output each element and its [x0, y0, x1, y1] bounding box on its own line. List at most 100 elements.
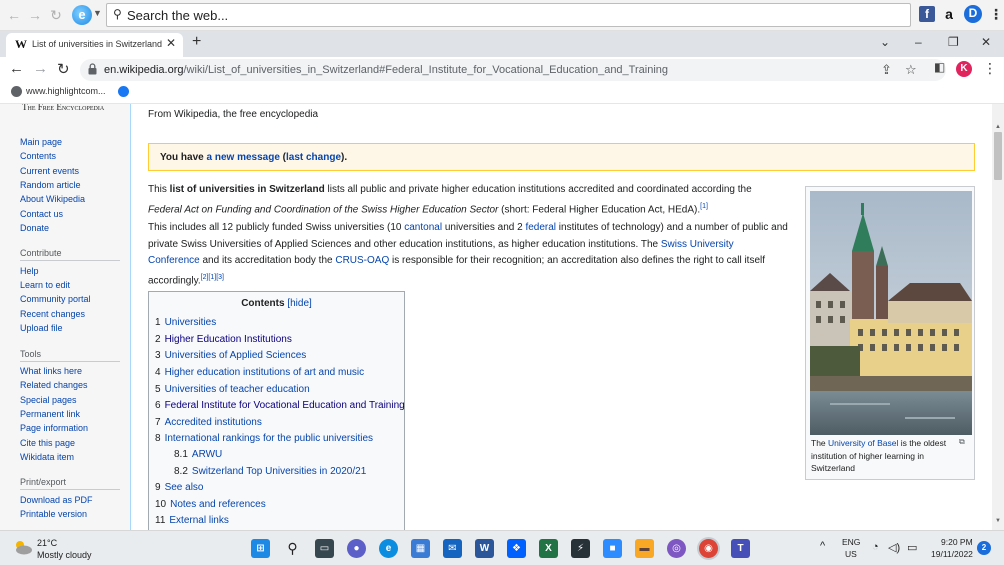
- toc-item[interactable]: 2 Higher Education Institutions: [155, 334, 292, 345]
- sidebar-link-related-changes[interactable]: Related changes: [20, 380, 88, 390]
- toc-item[interactable]: 8 International rankings for the public u…: [155, 433, 373, 444]
- sidebar-link-recent-changes[interactable]: Recent changes: [20, 309, 85, 319]
- weather-cloud-icon[interactable]: [13, 539, 33, 555]
- forward-arrow-icon[interactable]: →: [26, 6, 44, 24]
- sidebar-link-donate[interactable]: Donate: [20, 223, 49, 233]
- chevron-down-icon[interactable]: ▼: [93, 8, 102, 18]
- sidebar-link-special-pages[interactable]: Special pages: [20, 395, 77, 405]
- clock-date[interactable]: 19/11/2022: [931, 549, 973, 559]
- profile-avatar[interactable]: K: [956, 61, 972, 77]
- toc-item[interactable]: 4 Higher education institutions of art an…: [155, 367, 364, 378]
- toc-item[interactable]: 7 Accredited institutions: [155, 417, 262, 428]
- close-window-button[interactable]: ✕: [981, 35, 991, 49]
- zoom-icon[interactable]: ■: [603, 539, 622, 558]
- sidebar-link-learn-to-edit[interactable]: Learn to edit: [20, 280, 70, 290]
- citation-link[interactable]: [2][1][3]: [201, 274, 224, 281]
- toc-hide-link[interactable]: [hide]: [287, 298, 311, 309]
- dropbox-icon[interactable]: ❖: [507, 539, 526, 558]
- word-icon[interactable]: W: [475, 539, 494, 558]
- sidebar-link-what-links-here[interactable]: What links here: [20, 366, 82, 376]
- clock-time[interactable]: 9:20 PM: [941, 537, 973, 547]
- sidebar-link-wikidata-item[interactable]: Wikidata item: [20, 452, 74, 462]
- new-message-link[interactable]: a new message: [207, 152, 280, 163]
- input-language[interactable]: ENG: [842, 537, 860, 547]
- scrollbar-thumb[interactable]: [994, 132, 1002, 180]
- sidebar-link-contents[interactable]: Contents: [20, 151, 56, 161]
- amazon-extension-icon[interactable]: a: [941, 6, 957, 22]
- sidebar-link-page-information[interactable]: Page information: [20, 423, 88, 433]
- excel-icon[interactable]: X: [539, 539, 558, 558]
- weather-condition[interactable]: Mostly cloudy: [37, 550, 92, 560]
- back-button-icon[interactable]: ←: [9, 60, 24, 77]
- sidebar-link-random-article[interactable]: Random article: [20, 180, 81, 190]
- taskbar-search-icon[interactable]: ⚲: [283, 539, 302, 558]
- new-tab-button[interactable]: +: [192, 33, 201, 51]
- reload-icon[interactable]: ↻: [47, 6, 65, 24]
- back-arrow-icon[interactable]: ←: [5, 6, 23, 24]
- weather-temperature[interactable]: 21°C: [37, 538, 57, 548]
- tab-wikipedia[interactable]: W List of universities in Switzerland ✕: [6, 33, 183, 57]
- bookmark-star-icon[interactable]: ☆: [905, 62, 917, 78]
- toc-item[interactable]: 6 Federal Institute for Vocational Educat…: [155, 400, 405, 411]
- show-hidden-icons-chevron-icon[interactable]: ^: [820, 540, 825, 552]
- battery-icon[interactable]: ▭: [907, 541, 917, 554]
- side-panel-icon[interactable]: ◧: [934, 60, 945, 74]
- keyboard-layout[interactable]: US: [845, 549, 857, 559]
- forward-button-icon[interactable]: →: [33, 60, 48, 77]
- link-university-of-basel[interactable]: University of Basel: [828, 438, 898, 448]
- mail-icon[interactable]: ✉: [443, 539, 462, 558]
- last-change-link[interactable]: last change: [286, 152, 341, 163]
- store-icon[interactable]: ▦: [411, 539, 430, 558]
- notification-badge[interactable]: 2: [977, 541, 991, 555]
- sidebar-link-community-portal[interactable]: Community portal: [20, 294, 91, 304]
- toc-item[interactable]: 11 External links: [155, 515, 229, 526]
- sidebar-link-download-pdf[interactable]: Download as PDF: [20, 495, 93, 505]
- sidebar-link-printable-version[interactable]: Printable version: [20, 509, 87, 519]
- tab-search-chevron-icon[interactable]: ⌄: [880, 35, 890, 49]
- link-cantonal[interactable]: cantonal: [404, 222, 442, 233]
- facebook-extension-icon[interactable]: f: [919, 6, 935, 22]
- scroll-up-arrow-icon[interactable]: ▲: [995, 124, 1001, 130]
- enlarge-icon[interactable]: ⧉: [959, 437, 965, 447]
- citation-link[interactable]: [1]: [700, 203, 708, 210]
- toc-item[interactable]: 8.2 Switzerland Top Universities in 2020/…: [174, 466, 366, 477]
- ie-logo-icon[interactable]: e: [72, 5, 92, 25]
- teams-chat-icon[interactable]: ●: [347, 539, 366, 558]
- toc-item[interactable]: 5 Universities of teacher education: [155, 384, 310, 395]
- bookmark-highlightcom[interactable]: www.highlightcom...: [11, 86, 106, 98]
- chrome-menu-icon[interactable]: ⋮: [983, 60, 997, 77]
- chrome-icon[interactable]: ◉: [699, 539, 718, 558]
- sidebar-link-about[interactable]: About Wikipedia: [20, 194, 85, 204]
- web-search-input[interactable]: [127, 6, 887, 24]
- toc-item[interactable]: 1 Universities: [155, 317, 216, 328]
- lock-icon[interactable]: [88, 63, 97, 75]
- task-view-icon[interactable]: ▭: [315, 539, 334, 558]
- toc-item[interactable]: 10 Notes and references: [155, 499, 266, 510]
- sidebar-link-permanent-link[interactable]: Permanent link: [20, 409, 80, 419]
- restore-button[interactable]: ❐: [948, 35, 959, 49]
- file-explorer-icon[interactable]: ▬: [635, 539, 654, 558]
- toc-item[interactable]: 8.1 ARWU: [174, 449, 222, 460]
- vpn-icon[interactable]: ⚡: [571, 539, 590, 558]
- minimize-button[interactable]: –: [915, 35, 922, 49]
- d-extension-icon[interactable]: D: [964, 5, 982, 23]
- omnibox[interactable]: en.wikipedia.org/wiki/List_of_universiti…: [80, 59, 946, 81]
- start-button-icon[interactable]: ⊞: [251, 539, 270, 558]
- bookmark-facebook[interactable]: [118, 86, 133, 98]
- toc-item[interactable]: 9 See also: [155, 482, 203, 493]
- link-crus-oaq[interactable]: CRUS-OAQ: [335, 255, 389, 266]
- url-text[interactable]: en.wikipedia.org/wiki/List_of_universiti…: [104, 64, 668, 76]
- sidebar-link-current-events[interactable]: Current events: [20, 166, 79, 176]
- reload-button-icon[interactable]: ↻: [57, 60, 70, 78]
- sidebar-link-upload-file[interactable]: Upload file: [20, 323, 63, 333]
- link-federal[interactable]: federal: [525, 222, 556, 233]
- sidebar-link-contact[interactable]: Contact us: [20, 209, 63, 219]
- sidebar-link-help[interactable]: Help: [20, 266, 39, 276]
- close-tab-icon[interactable]: ✕: [166, 36, 176, 50]
- scroll-down-arrow-icon[interactable]: ▼: [995, 518, 1001, 524]
- share-icon[interactable]: ⇪: [881, 62, 892, 78]
- toolbar-menu-icon[interactable]: ⋮: [988, 6, 1004, 22]
- sidebar-link-main-page[interactable]: Main page: [20, 137, 62, 147]
- wifi-icon[interactable]: ◔: [872, 541, 879, 553]
- teams-icon[interactable]: T: [731, 539, 750, 558]
